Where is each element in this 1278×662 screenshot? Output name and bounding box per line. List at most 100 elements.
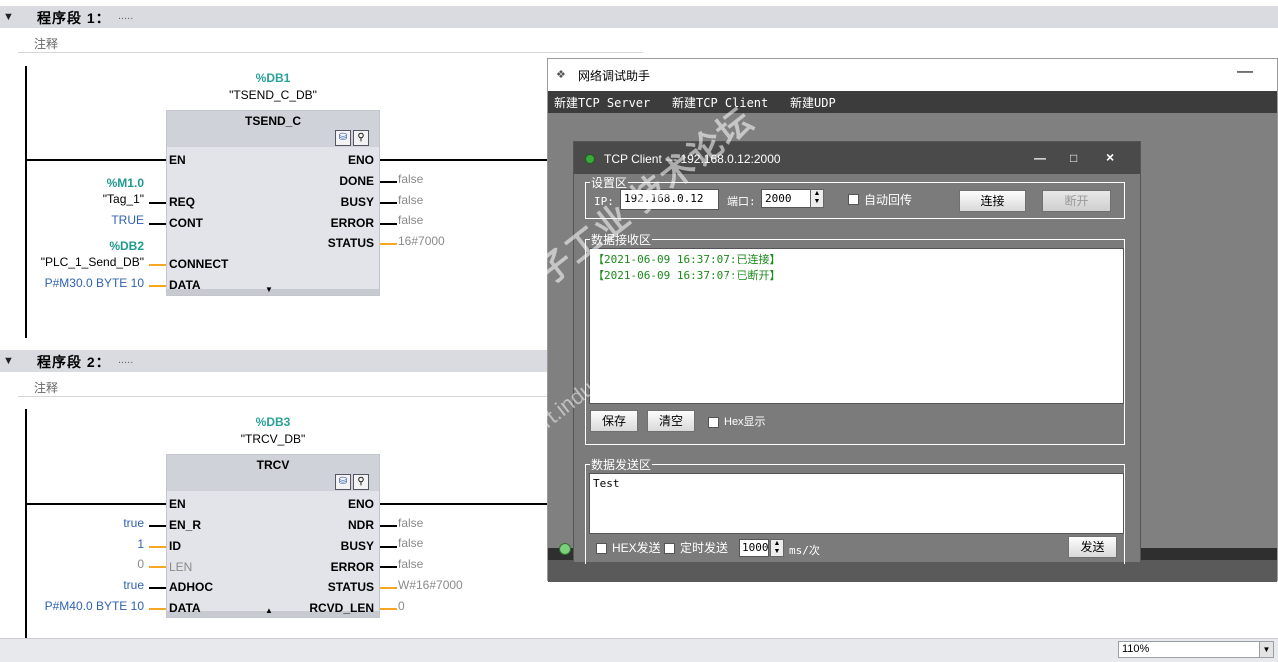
pin-en: EN <box>169 153 186 167</box>
busy-value[interactable]: false <box>398 536 423 550</box>
send-text-field[interactable]: Test <box>589 473 1124 534</box>
pin-req: REQ <box>169 195 196 209</box>
network-assistant-window[interactable]: ❖ 网络调试助手 — 新建TCP Server 新建TCP Client 新建U… <box>547 58 1278 582</box>
tcp-client-window[interactable]: TCP Client --- 192.168.0.12:2000 — □ × 设… <box>573 141 1141 564</box>
network1-title: 程序段 1： <box>37 10 111 26</box>
hex-send-label: HEX发送 <box>612 541 661 555</box>
auto-reply-label: 自动回传 <box>864 193 913 207</box>
hex-display-label: Hex显示 <box>724 416 766 428</box>
timed-send-label: 定时发送 <box>680 541 729 555</box>
db3-instance[interactable]: "TRCV_DB" <box>166 432 380 446</box>
child-titlebar[interactable]: TCP Client --- 192.168.0.12:2000 — □ × <box>574 142 1140 174</box>
menu-new-tcp-client[interactable]: 新建TCP Client <box>672 94 768 111</box>
ip-label: IP: <box>594 195 614 208</box>
zoom-value: 110% <box>1122 643 1150 655</box>
pin-len: LEN <box>169 560 193 574</box>
child-close-button[interactable]: × <box>1106 149 1114 165</box>
stethoscope-icon[interactable]: ⚲ <box>353 130 369 146</box>
auto-reply-checkbox[interactable] <box>848 194 859 205</box>
en-wire <box>27 159 167 161</box>
chevron-down-icon[interactable]: ▼ <box>1259 642 1273 657</box>
error-value[interactable]: false <box>398 213 423 227</box>
network2-dots: ..... <box>118 354 134 366</box>
menu-new-tcp-server[interactable]: 新建TCP Server <box>554 94 650 111</box>
rcvd-len-value[interactable]: 0 <box>398 599 405 613</box>
connect-address[interactable]: %DB2 <box>20 239 144 253</box>
status-value[interactable]: 16#7000 <box>398 234 445 248</box>
connect-tag[interactable]: "PLC_1_Send_DB" <box>20 255 144 269</box>
block-icons: ⛁ ⚲ <box>335 129 373 146</box>
req-address[interactable]: %M1.0 <box>40 176 144 190</box>
len-value[interactable]: 0 <box>40 557 144 571</box>
port-field[interactable]: 2000 <box>761 189 811 208</box>
hex-send-checkbox[interactable] <box>596 543 607 554</box>
clear-button[interactable]: 清空 <box>647 410 695 432</box>
menu-new-udp[interactable]: 新建UDP <box>790 94 836 111</box>
error-value[interactable]: false <box>398 557 423 571</box>
data-value[interactable]: P#M40.0 BYTE 10 <box>20 599 144 613</box>
pin-en: EN <box>169 497 186 511</box>
pin-adhoc: ADHOC <box>169 580 213 594</box>
connect-button[interactable]: 连接 <box>959 190 1026 212</box>
editor-status-bar <box>0 638 1278 662</box>
data-value[interactable]: P#M30.0 BYTE 10 <box>20 276 144 290</box>
minimize-button[interactable]: — <box>1237 63 1253 81</box>
network2-title: 程序段 2： <box>37 354 111 370</box>
log-line: 【2021-06-09 16:37:07:已断开】 <box>593 269 781 282</box>
done-value[interactable]: false <box>398 172 423 186</box>
busy-value[interactable]: false <box>398 193 423 207</box>
ip-field[interactable]: 192.168.0.12 <box>620 189 719 210</box>
ndr-value[interactable]: false <box>398 516 423 530</box>
expand-arrow-icon[interactable]: ▼ <box>265 285 273 294</box>
interval-field[interactable]: 1000 <box>739 539 769 557</box>
zoom-select[interactable]: 110% ▼ <box>1118 641 1274 658</box>
power-rail <box>25 66 27 338</box>
block-name: TRCV <box>256 458 290 472</box>
database-icon[interactable]: ⛁ <box>335 474 351 490</box>
hex-display-checkbox[interactable] <box>708 417 719 428</box>
pin-id: ID <box>169 539 181 553</box>
send-group-label: 数据发送区 <box>590 456 653 473</box>
send-button[interactable]: 发送 <box>1068 536 1117 558</box>
menu-bar: 新建TCP Server 新建TCP Client 新建UDP <box>548 91 1277 113</box>
save-button[interactable]: 保存 <box>590 410 638 432</box>
pin-eno: ENO <box>347 153 374 167</box>
cont-value[interactable]: TRUE <box>40 213 144 227</box>
en-r-value[interactable]: true <box>40 516 144 530</box>
stethoscope-icon[interactable]: ⚲ <box>353 474 369 490</box>
interval-stepper[interactable]: ▲ ▼ <box>770 539 784 557</box>
collapse-icon[interactable]: ▼ <box>3 11 14 23</box>
status-value[interactable]: W#16#7000 <box>398 578 463 592</box>
child-title: TCP Client --- 192.168.0.12:2000 <box>604 152 781 166</box>
port-stepper[interactable]: ▲ ▼ <box>810 189 824 208</box>
collapse-icon[interactable]: ▼ <box>3 355 14 367</box>
disconnect-button[interactable]: 断开 <box>1042 190 1111 212</box>
database-icon[interactable]: ⛁ <box>335 130 351 146</box>
interval-unit: ms/次 <box>789 544 820 557</box>
block-icons: ⛁ ⚲ <box>335 473 373 490</box>
network1-comment[interactable]: 注释 <box>18 31 643 53</box>
pin-en-r: EN_R <box>169 518 202 532</box>
window-titlebar[interactable]: ❖ 网络调试助手 — <box>548 59 1277 91</box>
req-tag[interactable]: "Tag_1" <box>40 192 144 206</box>
network1-header[interactable]: ▼ 程序段 1： ..... <box>0 6 1278 28</box>
eno-wire <box>380 159 548 161</box>
id-value[interactable]: 1 <box>40 537 144 551</box>
child-minimize-button[interactable]: — <box>1034 151 1046 165</box>
child-maximize-button[interactable]: □ <box>1070 151 1077 165</box>
pin-ndr: NDR <box>348 518 374 532</box>
adhoc-value[interactable]: true <box>40 578 144 592</box>
receive-group-label: 数据接收区 <box>590 231 653 248</box>
pin-busy: BUSY <box>340 539 374 553</box>
app-icon: ❖ <box>556 69 566 81</box>
pin-status: STATUS <box>327 236 374 250</box>
receive-group: 数据接收区 【2021-06-09 16:37:07:已连接】 【2021-06… <box>585 231 1125 445</box>
pin-connect: CONNECT <box>169 257 229 271</box>
db3-name[interactable]: %DB3 <box>166 415 380 429</box>
collapse-arrow-icon[interactable]: ▲ <box>265 606 273 615</box>
db1-name[interactable]: %DB1 <box>166 71 380 85</box>
receive-log[interactable]: 【2021-06-09 16:37:07:已连接】 【2021-06-09 16… <box>589 248 1124 404</box>
timed-send-checkbox[interactable] <box>664 543 675 554</box>
db1-instance[interactable]: "TSEND_C_DB" <box>166 88 380 102</box>
window-title: 网络调试助手 <box>578 69 651 83</box>
